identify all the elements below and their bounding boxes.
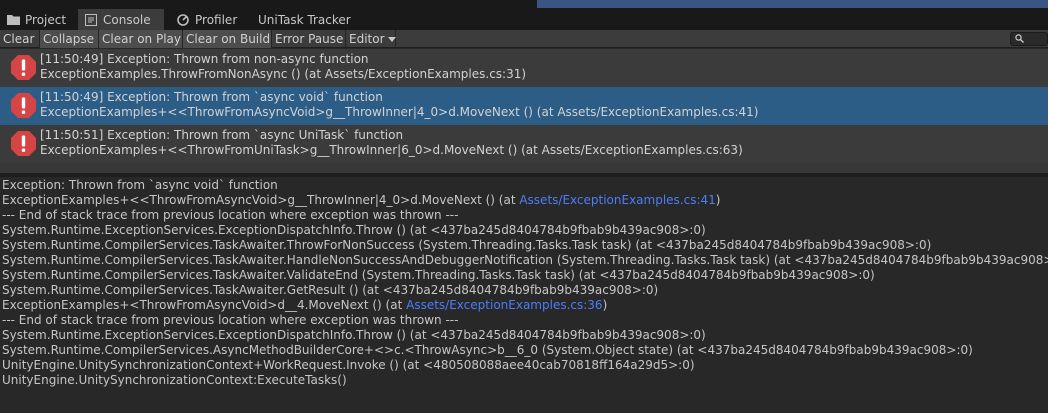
detail-line: --- End of stack trace from previous loc… [2,208,459,222]
detail-line: System.Runtime.CompilerServices.TaskAwai… [2,238,932,252]
detail-text: ExceptionExamples+<ThrowFromAsyncVoid>d_… [2,298,407,312]
detail-line: --- End of stack trace from previous loc… [2,313,459,327]
log-stack-first-line: ExceptionExamples+<<ThrowFromUniTask>g__… [40,143,743,157]
source-link[interactable]: Assets/ExceptionExamples.cs:36 [406,298,602,312]
tab-console[interactable]: Console [78,9,164,30]
log-list: [11:50:49] Exception: Thrown from non-as… [0,49,1048,173]
detail-line: ExceptionExamples+<<ThrowFromAsyncVoid>g… [2,193,1048,208]
detail-text: ) [715,193,721,207]
detail-line: System.Runtime.CompilerServices.TaskAwai… [2,253,1048,267]
tab-profiler[interactable]: Profiler [170,9,243,30]
error-icon [11,55,36,80]
editor-dropdown-label: Editor [349,32,385,46]
folder-icon [6,14,20,26]
clear-on-play-toggle[interactable]: Clear on Play [99,30,183,48]
tab-project[interactable]: Project [0,9,72,30]
console-toolbar: Clear Collapse Clear on Play Clear on Bu… [0,30,1048,48]
detail-line: System.Runtime.CompilerServices.TaskAwai… [2,268,875,282]
detail-text: ) [602,298,608,312]
detail-line: System.Runtime.ExceptionServices.Excepti… [2,223,706,237]
log-entry-selected[interactable]: [11:50:49] Exception: Thrown from `async… [0,87,1048,125]
collapse-toggle[interactable]: Collapse [40,30,99,48]
error-pause-toggle[interactable]: Error Pause [272,30,346,48]
tab-label: Profiler [195,12,238,27]
error-icon [11,131,36,156]
detail-line: UnityEngine.UnitySynchronizationContext+… [2,358,695,372]
error-icon [11,93,36,118]
detail-line: System.Runtime.CompilerServices.TaskAwai… [2,283,659,297]
tab-unitask-tracker[interactable]: UniTask Tracker [252,9,357,30]
tab-label: UniTask Tracker [258,12,351,27]
detail-line: System.Runtime.ExceptionServices.Excepti… [2,328,706,342]
editor-dropdown[interactable]: Editor [346,30,396,48]
detail-line: ExceptionExamples+<ThrowFromAsyncVoid>d_… [2,298,1048,313]
log-entry[interactable]: [11:50:49] Exception: Thrown from non-as… [0,49,1048,87]
log-stack-first-line: ExceptionExamples.ThrowFromNonAsync () (… [40,67,527,81]
log-entry[interactable]: [11:50:51] Exception: Thrown from `async… [0,125,1048,163]
detail-line: UnityEngine.UnitySynchronizationContext:… [2,373,347,387]
detail-text: ExceptionExamples+<<ThrowFromAsyncVoid>g… [2,193,520,207]
clear-on-build-toggle[interactable]: Clear on Build [183,30,272,48]
log-message: [11:50:49] Exception: Thrown from `async… [40,90,383,104]
log-stack-first-line: ExceptionExamples+<<ThrowFromAsyncVoid>g… [40,105,759,119]
title-accent-strip [537,0,1048,8]
detail-line: System.Runtime.CompilerServices.AsyncMet… [2,343,973,357]
detail-line: Exception: Thrown from `async void` func… [2,178,278,192]
window-tab-bar: Project Console Profiler UniTask Tracker [0,0,1048,30]
search-input[interactable] [1010,32,1048,46]
chevron-down-icon [387,36,396,42]
tab-label: Project [25,12,67,27]
search-icon [1015,32,1024,46]
profiler-icon [176,13,190,26]
source-link[interactable]: Assets/ExceptionExamples.cs:41 [519,193,715,207]
clear-button[interactable]: Clear [0,30,40,48]
console-icon [84,13,98,26]
stack-trace-detail: Exception: Thrown from `async void` func… [0,177,1048,413]
tab-label: Console [103,12,151,27]
log-message: [11:50:51] Exception: Thrown from `async… [40,128,404,142]
log-message: [11:50:49] Exception: Thrown from non-as… [40,52,369,66]
